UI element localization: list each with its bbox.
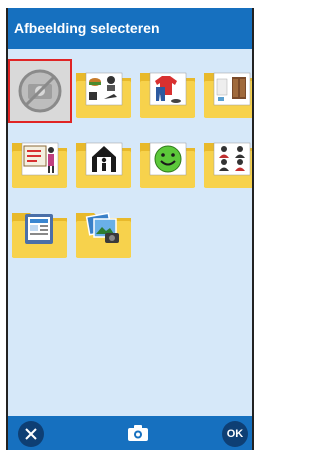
folder-school-icon — [12, 142, 67, 188]
close-icon — [25, 428, 37, 440]
title-bar: Afbeelding selecteren — [8, 8, 252, 49]
close-button[interactable] — [18, 421, 44, 447]
folder-school[interactable] — [10, 131, 70, 191]
folder-house-icon — [76, 142, 131, 188]
app-frame: Afbeelding selecteren OK — [0, 0, 260, 450]
folder-food-care[interactable] — [74, 61, 134, 121]
folder-clothing-icon — [140, 72, 195, 118]
folder-camera-photos-icon — [76, 212, 131, 258]
picture-picker-screen: Afbeelding selecteren OK — [6, 8, 254, 450]
folder-emotions[interactable] — [138, 131, 198, 191]
ok-button-label: OK — [226, 428, 244, 440]
folder-furniture[interactable] — [202, 61, 252, 121]
folder-people[interactable] — [202, 131, 252, 191]
folder-clothing[interactable] — [138, 61, 198, 121]
camera-button[interactable] — [125, 421, 151, 445]
camera-icon — [128, 425, 148, 441]
folder-food-care-icon — [76, 72, 131, 118]
folder-tablet-icon — [12, 213, 67, 258]
picture-grid — [8, 49, 252, 419]
folder-smiley-icon — [140, 142, 195, 188]
ok-button[interactable]: OK — [222, 421, 248, 447]
bottom-toolbar: OK — [8, 416, 252, 450]
folder-photos[interactable] — [74, 201, 134, 261]
no-image-tile[interactable] — [8, 59, 72, 123]
folder-people-icon — [204, 142, 252, 188]
folder-devices[interactable] — [10, 201, 70, 261]
no-photo-icon — [10, 61, 70, 121]
folder-house[interactable] — [74, 131, 134, 191]
screen-title: Afbeelding selecteren — [14, 20, 160, 36]
folder-furniture-icon — [204, 72, 252, 118]
